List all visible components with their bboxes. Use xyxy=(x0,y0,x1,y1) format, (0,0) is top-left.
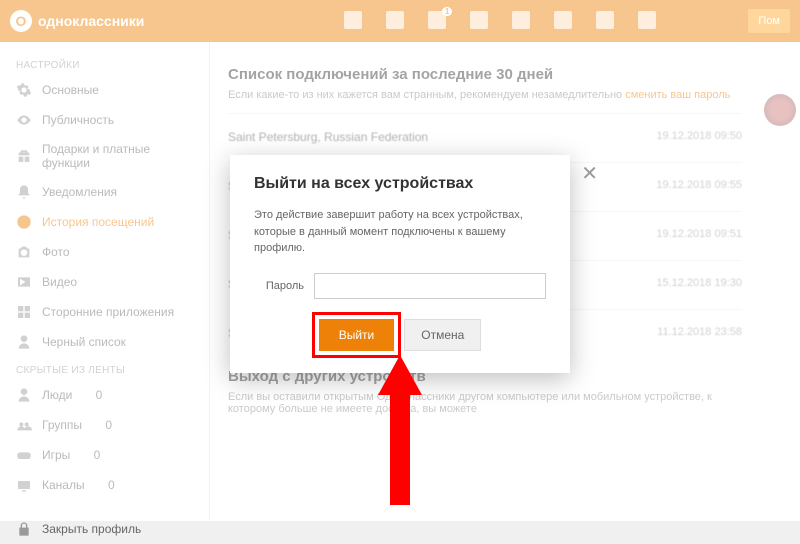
annotation-arrow xyxy=(370,355,430,505)
close-icon[interactable]: ✕ xyxy=(581,161,598,186)
cancel-button[interactable]: Отмена xyxy=(404,319,481,351)
submit-button[interactable]: Выйти xyxy=(319,319,395,351)
sidebar-item-label: Закрыть профиль xyxy=(42,522,141,536)
modal-description: Это действие завершит работу на всех уст… xyxy=(254,207,546,257)
logout-all-modal: ✕ Выйти на всех устройствах Это действие… xyxy=(230,155,570,373)
modal-title: Выйти на всех устройствах xyxy=(254,175,546,193)
password-label: Пароль xyxy=(254,280,304,292)
lock-icon xyxy=(16,521,32,537)
password-input[interactable] xyxy=(314,273,546,299)
